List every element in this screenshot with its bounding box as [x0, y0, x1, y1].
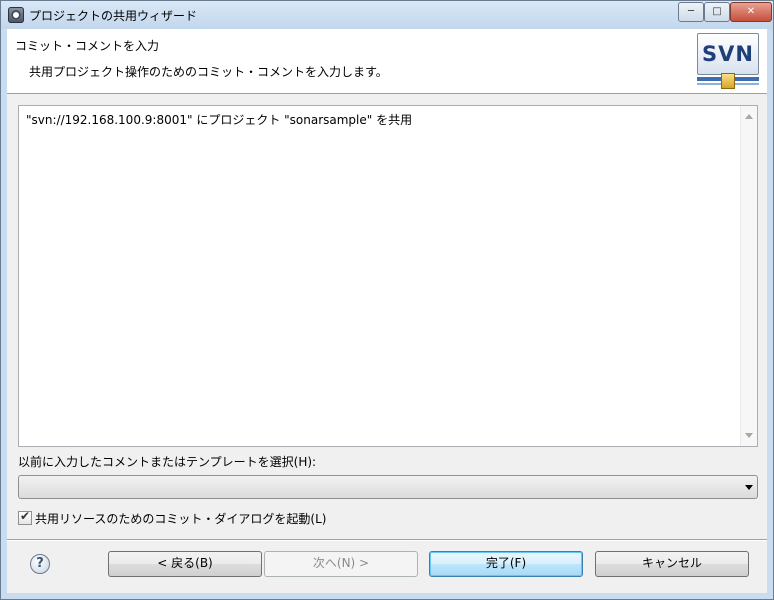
close-button[interactable]: ✕: [730, 2, 772, 22]
wizard-window: プロジェクトの共用ウィザード ─ □ ✕ コミット・コメントを入力 共用プロジェ…: [0, 0, 774, 600]
previous-comments-select[interactable]: [18, 475, 758, 499]
window-title: プロジェクトの共用ウィザード: [29, 9, 198, 23]
back-button[interactable]: < 戻る(B): [108, 551, 262, 577]
launch-commit-dialog-label[interactable]: 共用リソースのためのコミット・ダイアログを起動(L): [35, 510, 326, 527]
launch-commit-dialog-checkbox[interactable]: ✔: [18, 509, 32, 525]
button-separator: [7, 539, 767, 541]
chevron-down-icon[interactable]: [745, 485, 753, 490]
app-icon: [8, 7, 24, 23]
maximize-button[interactable]: □: [704, 2, 730, 22]
scroll-up-icon[interactable]: [745, 114, 753, 119]
help-icon[interactable]: ?: [30, 554, 50, 574]
cancel-button[interactable]: キャンセル: [595, 551, 749, 577]
page-title: コミット・コメントを入力: [15, 39, 160, 53]
finish-button[interactable]: 完了(F): [429, 551, 583, 577]
page-description: 共用プロジェクト操作のためのコミット・コメントを入力します。: [29, 65, 388, 79]
comment-scrollbar[interactable]: [740, 106, 757, 446]
previous-comments-label: 以前に入力したコメントまたはテンプレートを選択(H):: [18, 455, 317, 469]
wizard-content: コミット・コメントを入力 共用プロジェクト操作のためのコミット・コメントを入力し…: [7, 29, 767, 593]
next-button[interactable]: 次へ(N) >: [264, 551, 418, 577]
svn-logo-text: SVN: [697, 33, 759, 75]
wizard-banner: コミット・コメントを入力 共用プロジェクト操作のためのコミット・コメントを入力し…: [7, 29, 767, 94]
title-bar[interactable]: プロジェクトの共用ウィザード ─ □ ✕: [1, 1, 773, 29]
scroll-down-icon[interactable]: [745, 433, 753, 438]
commit-comment-text: "svn://192.168.100.9:8001" にプロジェクト "sona…: [26, 113, 413, 127]
minimize-button[interactable]: ─: [678, 2, 704, 22]
checkmark-icon: ✔: [20, 509, 31, 523]
svn-logo-icon: SVN: [697, 33, 761, 89]
commit-comment-textarea[interactable]: "svn://192.168.100.9:8001" にプロジェクト "sona…: [18, 105, 758, 447]
